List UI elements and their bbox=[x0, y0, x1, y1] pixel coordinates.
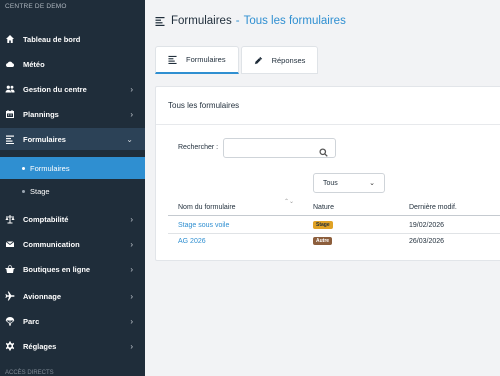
sidebar-item-label: Gestion du centre bbox=[23, 84, 87, 94]
sidebar-footer-label: ACCÈS DIRECTS bbox=[5, 370, 54, 376]
list-icon bbox=[168, 55, 178, 65]
tab-reponses[interactable]: Réponses bbox=[240, 46, 319, 74]
sidebar-subitem-formulaires[interactable]: Formulaires bbox=[0, 157, 145, 179]
sidebar-item-label: Tableau de bord bbox=[23, 34, 81, 44]
list-icon bbox=[4, 133, 16, 145]
chevron-right-icon: › bbox=[130, 291, 133, 301]
chevron-right-icon: › bbox=[130, 341, 133, 351]
chevron-right-icon: › bbox=[130, 316, 133, 326]
sidebar-item-label: Comptabilité bbox=[23, 214, 69, 224]
sidebar-subitem-stage[interactable]: Stage bbox=[0, 180, 145, 202]
basket-icon bbox=[4, 263, 16, 275]
row-divider bbox=[168, 233, 500, 234]
sort-icon[interactable]: ⌃⌄ bbox=[284, 198, 294, 205]
balance-icon bbox=[4, 213, 16, 225]
sidebar-item-communication[interactable]: Communication › bbox=[0, 233, 145, 255]
plane-icon bbox=[4, 290, 16, 302]
sidebar-item-label: Météo bbox=[23, 59, 45, 69]
sidebar-item-label: Avionnage bbox=[23, 291, 62, 301]
main-content: Formulaires - Tous les formulaires Formu… bbox=[145, 0, 500, 376]
calendar-icon bbox=[4, 108, 16, 120]
sidebar-section-label: CENTRE DE DEMO bbox=[5, 3, 67, 10]
parachute-icon bbox=[4, 315, 16, 327]
gear-icon bbox=[4, 340, 16, 352]
nature-badge: Stage bbox=[313, 221, 333, 229]
sidebar-item-meteo[interactable]: Météo bbox=[0, 53, 145, 75]
sidebar-item-label: Boutiques en ligne bbox=[23, 264, 91, 274]
list-icon bbox=[155, 16, 165, 26]
search-input[interactable] bbox=[223, 138, 336, 158]
sidebar-item-tableau-de-bord[interactable]: Tableau de bord bbox=[0, 28, 145, 50]
sidebar-item-plannings[interactable]: Plannings › bbox=[0, 103, 145, 125]
cloud-icon bbox=[4, 58, 16, 70]
sidebar-item-boutiques-en-ligne[interactable]: Boutiques en ligne › bbox=[0, 258, 145, 280]
forms-card: Tous les formulaires Rechercher : Tous ⌄… bbox=[155, 86, 500, 261]
sidebar-item-formulaires[interactable]: Formulaires ⌄ bbox=[0, 128, 145, 150]
tab-bar: Formulaires Réponses bbox=[155, 46, 320, 74]
form-name-link[interactable]: Stage sous voile bbox=[178, 222, 229, 229]
sidebar-item-gestion-du-centre[interactable]: Gestion du centre › bbox=[0, 78, 145, 100]
sidebar-item-label: Parc bbox=[23, 316, 40, 326]
chevron-right-icon: › bbox=[130, 214, 133, 224]
card-title: Tous les formulaires bbox=[156, 87, 500, 125]
search-icon bbox=[319, 144, 328, 157]
column-header-modified[interactable]: Dernière modif. bbox=[409, 204, 457, 211]
users-icon bbox=[4, 83, 16, 95]
envelope-icon bbox=[4, 238, 16, 250]
sidebar-item-label: Plannings bbox=[23, 109, 59, 119]
filter-value: Tous bbox=[323, 179, 338, 187]
chevron-right-icon: › bbox=[130, 109, 133, 119]
table-header-divider bbox=[168, 215, 500, 216]
tab-label: Formulaires bbox=[186, 55, 226, 64]
modified-date: 19/02/2026 bbox=[409, 222, 445, 229]
page-title-text: Formulaires bbox=[171, 15, 232, 27]
form-name-link[interactable]: AG 2026 bbox=[178, 238, 206, 245]
chevron-down-icon: ⌄ bbox=[369, 180, 375, 187]
tab-label: Réponses bbox=[271, 55, 306, 65]
sidebar-item-parc[interactable]: Parc › bbox=[0, 310, 145, 332]
chevron-down-icon: ⌄ bbox=[126, 134, 133, 144]
column-header-name[interactable]: Nom du formulaire bbox=[178, 204, 236, 211]
home-icon bbox=[4, 33, 16, 45]
sidebar-subitem-label: Formulaires bbox=[30, 163, 70, 173]
breadcrumb[interactable]: Tous les formulaires bbox=[244, 15, 346, 27]
chevron-right-icon: › bbox=[130, 239, 133, 249]
sidebar-item-label: Réglages bbox=[23, 341, 57, 351]
chevron-right-icon: › bbox=[130, 264, 133, 274]
title-separator: - bbox=[235, 15, 240, 27]
bullet-icon bbox=[22, 189, 25, 193]
sidebar-item-label: Communication bbox=[23, 239, 80, 249]
sidebar-item-reglages[interactable]: Réglages › bbox=[0, 335, 145, 357]
modified-date: 26/03/2026 bbox=[409, 238, 445, 245]
sidebar: CENTRE DE DEMO Tableau de bord Météo Ges… bbox=[0, 0, 145, 376]
nature-badge: Autre bbox=[313, 237, 333, 245]
pencil-icon bbox=[254, 55, 264, 65]
chevron-right-icon: › bbox=[130, 84, 133, 94]
sidebar-subitem-label: Stage bbox=[30, 186, 50, 196]
sidebar-item-avionnage[interactable]: Avionnage › bbox=[0, 285, 145, 307]
nature-filter-select[interactable]: Tous ⌄ bbox=[313, 173, 385, 193]
sidebar-item-label: Formulaires bbox=[23, 134, 66, 144]
search-label: Rechercher : bbox=[178, 144, 219, 151]
sidebar-item-comptabilite[interactable]: Comptabilité › bbox=[0, 208, 145, 230]
bullet-icon bbox=[22, 166, 25, 170]
page-title: Formulaires - Tous les formulaires bbox=[155, 15, 346, 27]
tab-formulaires[interactable]: Formulaires bbox=[155, 46, 239, 74]
column-header-nature[interactable]: Nature bbox=[313, 204, 334, 211]
